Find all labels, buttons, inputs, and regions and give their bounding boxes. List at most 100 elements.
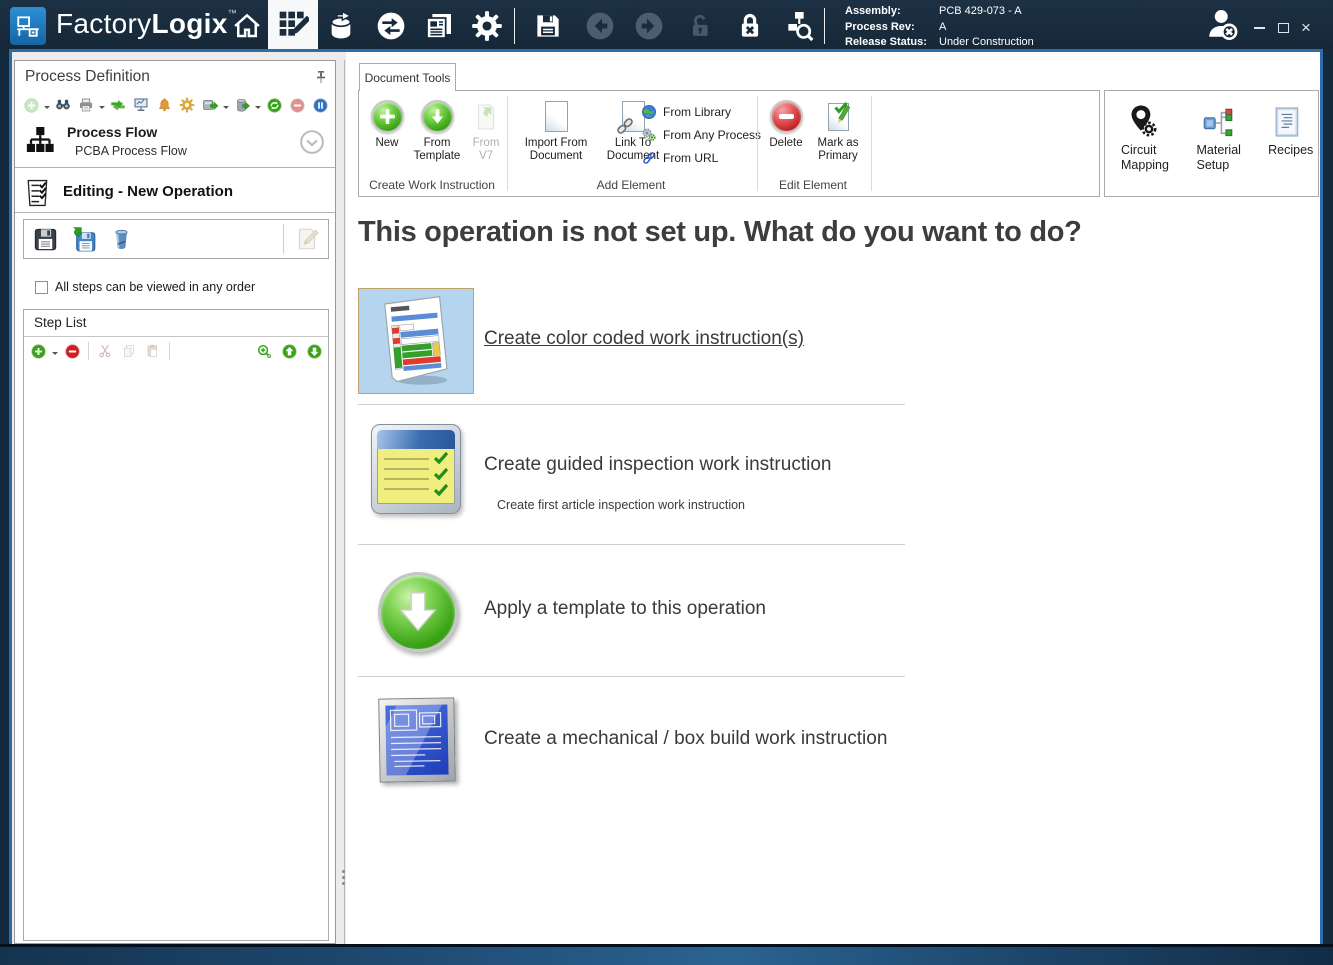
- maximize-button[interactable]: [1274, 20, 1292, 36]
- circuit-mapping-icon: [1121, 99, 1180, 139]
- option-mechanical-build-title[interactable]: Create a mechanical / box build work ins…: [484, 728, 887, 750]
- export-icon[interactable]: [200, 95, 220, 115]
- content-area: Process Definition: [12, 52, 1320, 944]
- option-apply-template-title[interactable]: Apply a template to this operation: [484, 598, 766, 620]
- save-icon[interactable]: [529, 8, 567, 44]
- panel-splitter[interactable]: [344, 60, 345, 944]
- process-definition-panel: Process Definition: [14, 60, 336, 944]
- process-flow-item[interactable]: Process Flow PCBA Process Flow: [23, 121, 327, 165]
- recipes-icon: [1268, 99, 1318, 139]
- material-setup-button[interactable]: Material Setup: [1196, 99, 1252, 196]
- window-bottom-strip: [0, 947, 1333, 965]
- panel-title: Process Definition: [25, 68, 150, 86]
- option-first-article-subtitle[interactable]: Create first article inspection work ins…: [497, 498, 745, 512]
- option-guided-inspection-title[interactable]: Create guided inspection work instructio…: [484, 454, 831, 476]
- export-dropdown-caret[interactable]: [223, 106, 229, 112]
- recipes-button[interactable]: Recipes: [1268, 99, 1318, 196]
- find-icon[interactable]: [53, 95, 73, 115]
- option-mechanical-build-icon[interactable]: [378, 697, 458, 786]
- zoom-step-icon[interactable]: [254, 341, 274, 361]
- checkbox-box[interactable]: [35, 281, 48, 294]
- step-list-title: Step List: [34, 315, 87, 330]
- ribbon-new-button[interactable]: New: [365, 98, 409, 150]
- editing-header: Editing - New Operation: [23, 174, 327, 212]
- ribbon-from-library-button[interactable]: From Library: [641, 101, 731, 122]
- delete-operation-icon[interactable]: [106, 223, 136, 255]
- sync-icon[interactable]: [372, 8, 410, 44]
- import-data-icon[interactable]: [322, 8, 360, 44]
- app-logo-icon: [10, 7, 46, 45]
- expand-down-icon[interactable]: [299, 129, 325, 160]
- group-label: Edit Element: [757, 178, 869, 192]
- refresh-icon[interactable]: [264, 95, 284, 115]
- remove-data-icon[interactable]: [232, 95, 252, 115]
- tab-document-tools[interactable]: Document Tools: [359, 63, 456, 91]
- navigate-back-icon[interactable]: [581, 8, 619, 44]
- ribbon-mark-as-primary-button[interactable]: Mark as Primary: [811, 98, 865, 163]
- navigate-forward-icon[interactable]: [630, 8, 668, 44]
- ribbon-from-url-button[interactable]: From URL: [641, 147, 718, 168]
- print-icon[interactable]: [76, 95, 96, 115]
- circuit-mapping-button[interactable]: Circuit Mapping: [1121, 99, 1180, 196]
- add-icon[interactable]: [21, 95, 41, 115]
- home-icon[interactable]: [228, 8, 266, 44]
- option-color-coded-link[interactable]: Create color coded work instruction(s): [484, 328, 804, 350]
- option-color-coded-tile[interactable]: [358, 288, 474, 394]
- copy-icon: [119, 341, 139, 361]
- settings-gear-icon[interactable]: [468, 8, 506, 44]
- documents-icon[interactable]: [420, 8, 458, 44]
- remove-data-dropdown-caret[interactable]: [255, 106, 261, 112]
- process-search-icon[interactable]: [780, 8, 818, 44]
- ribbon-import-from-document-button[interactable]: Import From Document: [515, 98, 597, 163]
- toolbar-separator: [283, 224, 284, 254]
- remove-icon[interactable]: [287, 95, 307, 115]
- presentation-icon[interactable]: [131, 95, 151, 115]
- save-operation-icon[interactable]: [30, 223, 60, 255]
- edit-disabled-icon: [292, 223, 322, 255]
- print-dropdown-caret[interactable]: [99, 106, 105, 112]
- configure-gear-icon[interactable]: [177, 95, 197, 115]
- add-step-dropdown-caret[interactable]: [52, 352, 58, 358]
- remove-step-icon[interactable]: [62, 341, 82, 361]
- paste-icon: [143, 341, 163, 361]
- ribbon-delete-button[interactable]: Delete: [763, 98, 809, 150]
- url-chain-icon: [641, 150, 657, 166]
- material-setup-icon: [1196, 99, 1252, 139]
- app-title: FactoryLogix™: [56, 8, 237, 40]
- ribbon-from-v7-button: From V7: [467, 98, 505, 163]
- pause-icon[interactable]: [310, 95, 330, 115]
- notify-bell-icon[interactable]: [154, 95, 174, 115]
- from-template-icon: [421, 100, 454, 133]
- user-sign-out-icon[interactable]: [1203, 6, 1241, 42]
- from-v7-icon: [473, 98, 499, 135]
- ribbon-from-any-process-button[interactable]: From Any Process: [641, 124, 761, 145]
- add-dropdown-caret[interactable]: [44, 106, 50, 112]
- add-step-icon[interactable]: [28, 341, 48, 361]
- process-gears-icon: [641, 127, 657, 143]
- assembly-info: Assembly: PCB 429-073 - A Process Rev: A…: [845, 4, 1034, 51]
- close-button[interactable]: ×: [1297, 20, 1315, 36]
- exchange-icon[interactable]: [108, 95, 128, 115]
- unlock-icon[interactable]: [681, 8, 719, 44]
- save-import-icon[interactable]: [68, 223, 98, 255]
- process-flow-subtitle: PCBA Process Flow: [75, 144, 187, 158]
- lock-close-icon[interactable]: [731, 8, 769, 44]
- option-separator: [358, 676, 905, 677]
- option-apply-template-icon[interactable]: [378, 572, 458, 652]
- process-flow-icon: [25, 124, 55, 160]
- checkbox-label: All steps can be viewed in any order: [55, 280, 255, 294]
- process-design-icon[interactable]: [268, 0, 318, 49]
- assembly-label: Assembly:: [845, 4, 933, 20]
- ribbon-from-template-button[interactable]: From Template: [411, 98, 463, 163]
- divider: [15, 167, 335, 168]
- move-down-icon[interactable]: [304, 341, 324, 361]
- delete-icon: [770, 100, 803, 133]
- option-guided-inspection-icon[interactable]: [371, 424, 463, 520]
- checklist-body-graphic: [377, 449, 455, 504]
- any-order-checkbox[interactable]: All steps can be viewed in any order: [35, 280, 255, 294]
- move-up-icon[interactable]: [279, 341, 299, 361]
- toolbar-separator: [88, 342, 89, 360]
- group-label: Create Work Instruction: [359, 178, 505, 192]
- pin-icon[interactable]: [313, 69, 329, 90]
- minimize-button[interactable]: [1250, 20, 1268, 36]
